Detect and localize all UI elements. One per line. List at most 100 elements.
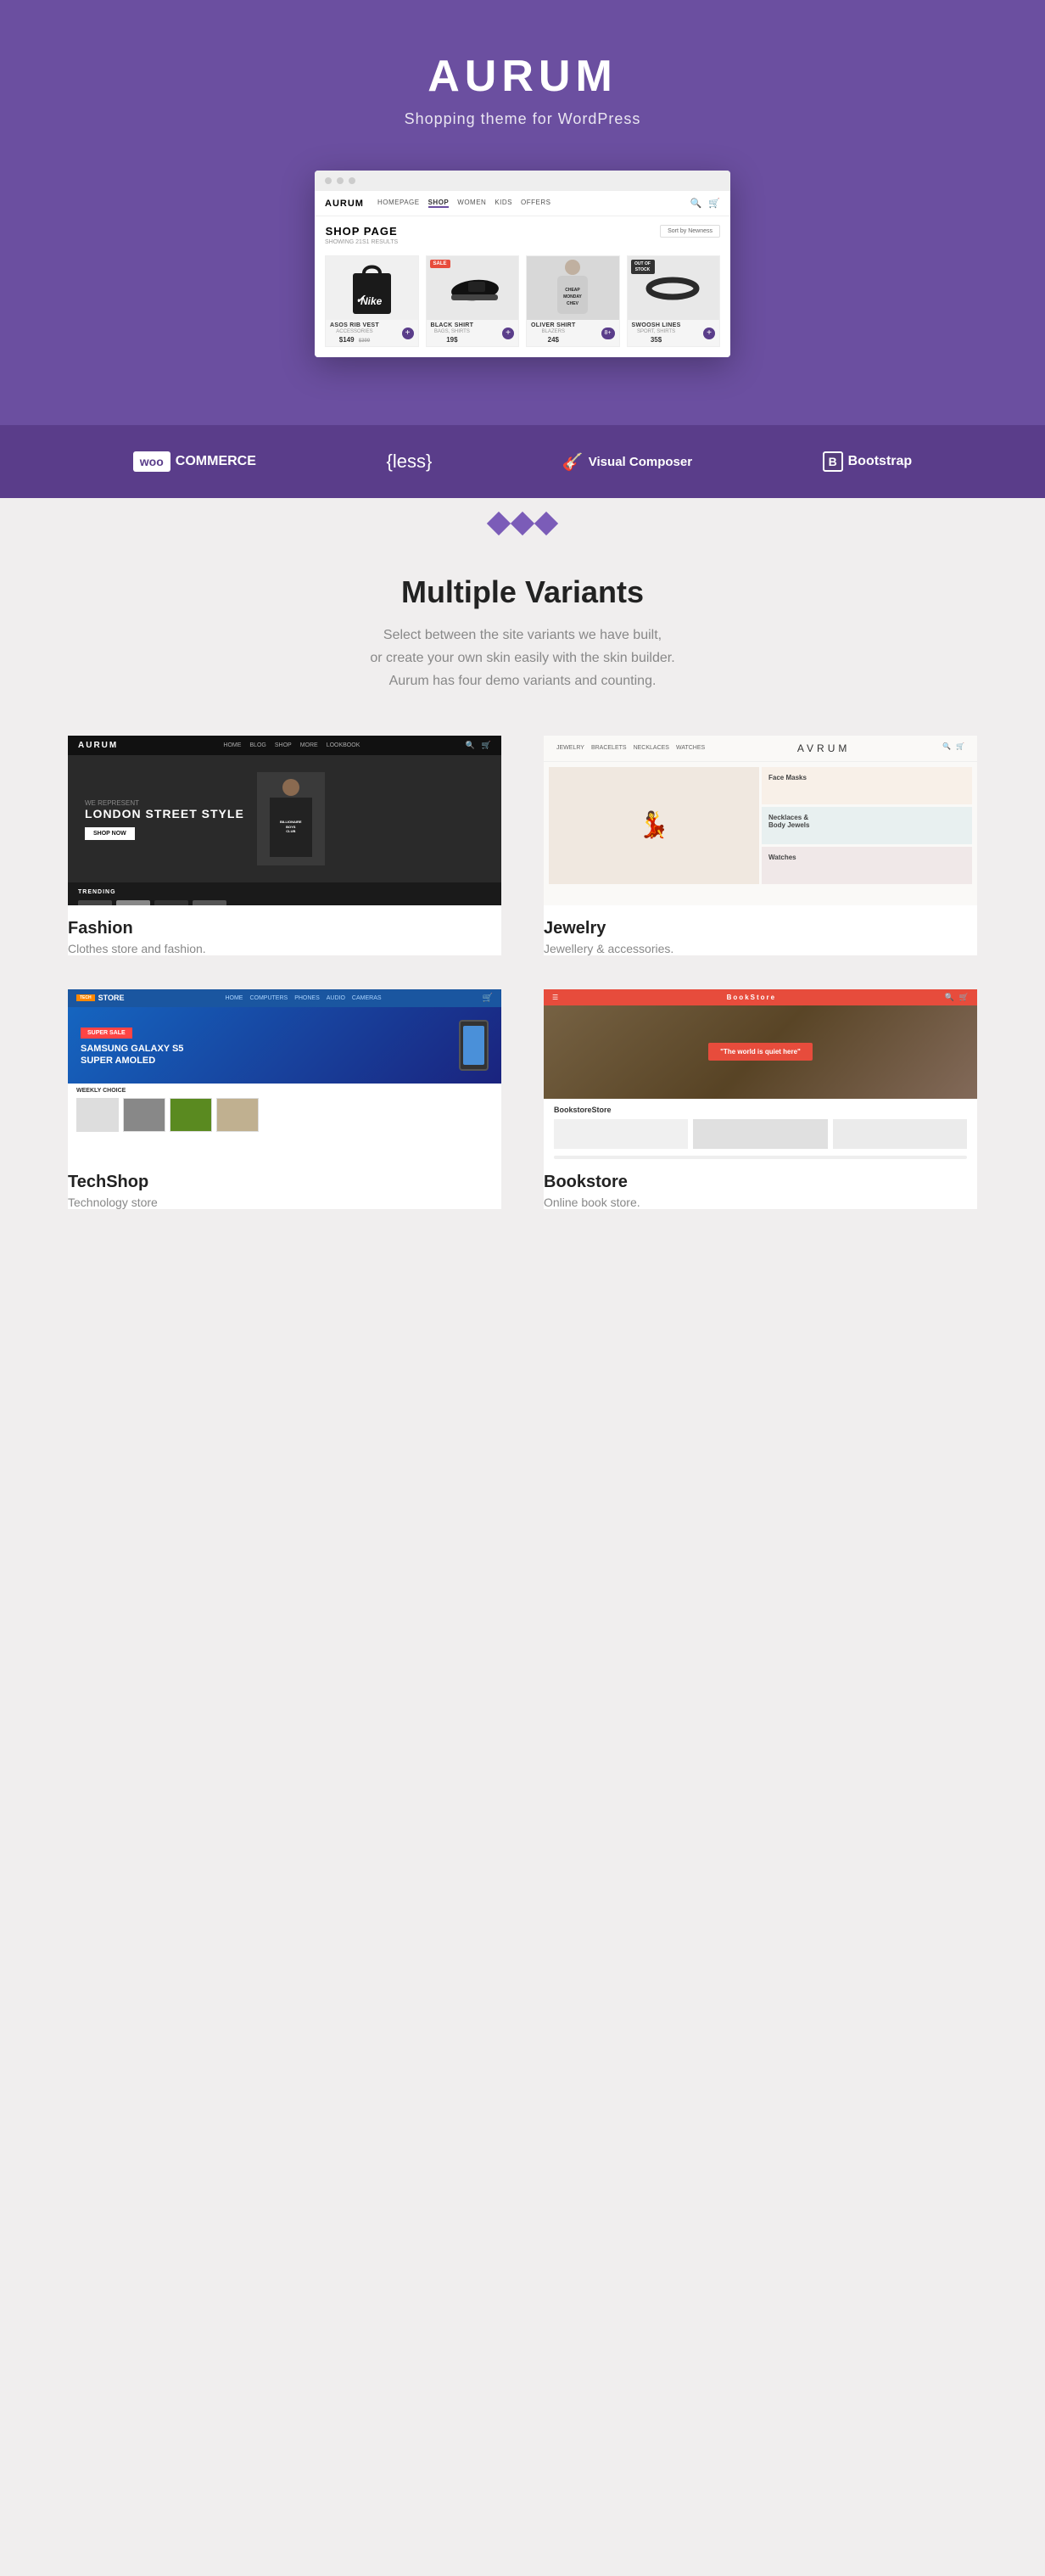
bookstore-label: Bookstore	[544, 1173, 977, 1192]
woocommerce-text: COMMERCE	[176, 454, 256, 469]
product-price-shirt: 24$	[531, 336, 576, 344]
tech-sale-badge: SUPER SALE	[81, 1028, 132, 1039]
product-name-shoe: BLACK SHIRT	[431, 322, 474, 328]
tech-nav-items: HOME COMPUTERS PHONES AUDIO CAMERAS	[225, 995, 381, 1001]
variant-bookstore[interactable]: ☰ BookStore 🔍 🛒 "The world is quiet here…	[544, 989, 977, 1209]
product-info-bracelet: SWOOSH LINES SPORT, SHIRTS 35$	[632, 322, 681, 344]
search-icon[interactable]: 🔍	[690, 198, 702, 209]
fashion-nav-home: HOME	[223, 742, 241, 748]
product-card-footer-bag: ASOS RIB VEST ACCESSORIES $149 $399 +	[326, 320, 418, 346]
add-to-cart-shoe[interactable]: +	[502, 328, 514, 339]
techshop-screenshot: TECH STORE HOME COMPUTERS PHONES AUDIO C…	[68, 989, 501, 1159]
svg-text:CHEAP: CHEAP	[565, 288, 580, 293]
cart-icon[interactable]: 🛒	[708, 198, 720, 209]
shop-showing: SHOWING 21S1 RESULTS	[325, 239, 398, 245]
browser-bar	[315, 171, 730, 191]
book-menu-icon: ☰	[552, 994, 558, 1001]
jewelry-screenshot: JEWELRY BRACELETS NECKLACES WATCHES AVRU…	[544, 736, 977, 905]
products-grid: ✓ Nike ASOS RIB VEST ACCESSORIES $149 $3…	[315, 250, 730, 357]
sort-by-dropdown[interactable]: Sort by Newness	[660, 225, 720, 238]
product-category-bag: ACCESSORIES	[330, 329, 379, 334]
product-category-shirt: BLAZERS	[531, 329, 576, 334]
add-to-cart-shirt[interactable]: 8+	[601, 328, 615, 339]
tech-cart-icon[interactable]: 🛒	[483, 994, 493, 1003]
visual-composer-logo: 🎸 Visual Composer	[562, 451, 692, 473]
nav-item-women[interactable]: WOMEN	[457, 199, 486, 208]
fashion-desc: Clothes store and fashion.	[68, 942, 501, 955]
product-card-bag: ✓ Nike ASOS RIB VEST ACCESSORIES $149 $3…	[325, 255, 419, 347]
tech-store-badge: TECH	[76, 994, 95, 1001]
bookstore-store-name: BookstoreStore	[554, 1106, 967, 1114]
fashion-nav-actions: 🔍 🛒	[466, 741, 491, 750]
book-cart-icon[interactable]: 🛒	[959, 993, 969, 1002]
variant-fashion[interactable]: AURUM HOME BLOG SHOP MORE LOOKBOOK 🔍 🛒	[68, 736, 501, 955]
product-card-footer-shirt: OLIVER SHIRT BLAZERS 24$ 8+	[527, 320, 619, 346]
nav-item-offers[interactable]: OFFERS	[521, 199, 550, 208]
add-to-cart-bracelet[interactable]: +	[703, 328, 715, 339]
jewelry-cart-icon[interactable]: 🛒	[956, 742, 964, 754]
shirt-graphic-text: BILLIONAIREBOYSCLUB	[280, 820, 302, 834]
svg-text:CHEV: CHEV	[567, 301, 579, 306]
trending-item-1	[78, 900, 112, 905]
weekly-choice-label: WEEKLY CHOICE	[68, 1084, 501, 1098]
sale-badge: SALE	[430, 260, 450, 268]
phone-illustration	[459, 1020, 489, 1071]
fashion-demo: AURUM HOME BLOG SHOP MORE LOOKBOOK 🔍 🛒	[68, 736, 501, 905]
fashion-subheadline: LONDON STREET STYLE	[85, 807, 244, 820]
tech-logos-section: woo COMMERCE {less} 🎸 Visual Composer B …	[0, 425, 1045, 498]
product-card-footer-bracelet: SWOOSH LINES SPORT, SHIRTS 35$ +	[628, 320, 720, 346]
book-search-icon[interactable]: 🔍	[945, 993, 954, 1002]
jewelry-nav-right: 🔍 🛒	[942, 742, 964, 754]
variant-techshop[interactable]: TECH STORE HOME COMPUTERS PHONES AUDIO C…	[68, 989, 501, 1209]
fashion-nav-lookbook: LOOKBOOK	[327, 742, 360, 748]
product-info-shirt: OLIVER SHIRT BLAZERS 24$	[531, 322, 576, 344]
variants-section: Multiple Variants Select between the sit…	[0, 540, 1045, 1260]
add-to-cart-bag[interactable]: +	[402, 328, 414, 339]
phone-screen	[463, 1026, 484, 1065]
jewelry-nav-item3: NECKLACES	[634, 745, 669, 751]
jewelry-search-icon[interactable]: 🔍	[942, 742, 951, 754]
nav-item-shop[interactable]: SHOP	[428, 199, 450, 208]
fashion-hero: WE REPRESENT LONDON STREET STYLE SHOP NO…	[68, 755, 501, 882]
fashion-label: Fashion	[68, 919, 501, 938]
shop-nav-logo: AURUM	[325, 199, 364, 209]
less-text: {less}	[386, 451, 432, 473]
variants-title: Multiple Variants	[68, 574, 977, 610]
variant-jewelry[interactable]: JEWELRY BRACELETS NECKLACES WATCHES AVRU…	[544, 736, 977, 955]
book-logo: BookStore	[727, 994, 776, 1001]
trending-label: TRENDING	[78, 889, 491, 895]
jewelry-nav-left: JEWELRY BRACELETS NECKLACES WATCHES	[556, 742, 705, 754]
tech-nav-audio: AUDIO	[327, 995, 345, 1001]
bookstore-desc: Online book store.	[544, 1196, 977, 1209]
product-name-shirt: OLIVER SHIRT	[531, 322, 576, 328]
nav-item-kids[interactable]: KIDS	[495, 199, 512, 208]
tech-nav: TECH STORE HOME COMPUTERS PHONES AUDIO C…	[68, 989, 501, 1007]
fashion-cta-button[interactable]: SHOP NOW	[85, 827, 135, 840]
jewelry-right-col: Face Masks Necklaces &Body Jewels Watche…	[762, 767, 972, 884]
fashion-cart-icon[interactable]: 🛒	[482, 741, 491, 750]
jewelry-featured: 💃	[549, 767, 759, 884]
diamond-1	[487, 512, 511, 535]
diamond-divider	[0, 498, 1045, 540]
tech-product-1	[76, 1098, 119, 1132]
book-hero-image: "The world is quiet here"	[544, 1005, 977, 1099]
hero-subtitle: Shopping theme for WordPress	[17, 110, 1028, 128]
book-product-2	[693, 1119, 827, 1149]
hero-section: AURUM Shopping theme for WordPress AURUM…	[0, 0, 1045, 425]
bootstrap-text: Bootstrap	[848, 454, 913, 469]
tech-product-4	[216, 1098, 259, 1132]
jewelry-model-icon: 💃	[638, 810, 669, 840]
techshop-label: TechShop	[68, 1173, 501, 1192]
fashion-search-icon[interactable]: 🔍	[466, 741, 475, 750]
product-image-shoe: SALE	[427, 256, 519, 320]
product-info-shoe: BLACK SHIRT BAGS, SHIRTS 19$	[431, 322, 474, 344]
nav-item-homepage[interactable]: HOMEPAGE	[377, 199, 420, 208]
book-product-1	[554, 1119, 688, 1149]
jewelry-face-masks: Face Masks	[762, 767, 972, 804]
tech-nav-brand: TECH STORE	[76, 994, 124, 1002]
techshop-desc: Technology store	[68, 1196, 501, 1209]
book-header: ☰ BookStore 🔍 🛒	[544, 989, 977, 1005]
fashion-model-image: BILLIONAIREBOYSCLUB	[257, 772, 325, 865]
browser-dot-green	[349, 177, 355, 184]
tech-hero: SUPER SALE SAMSUNG GALAXY S5SUPER AMOLED	[68, 1007, 501, 1084]
